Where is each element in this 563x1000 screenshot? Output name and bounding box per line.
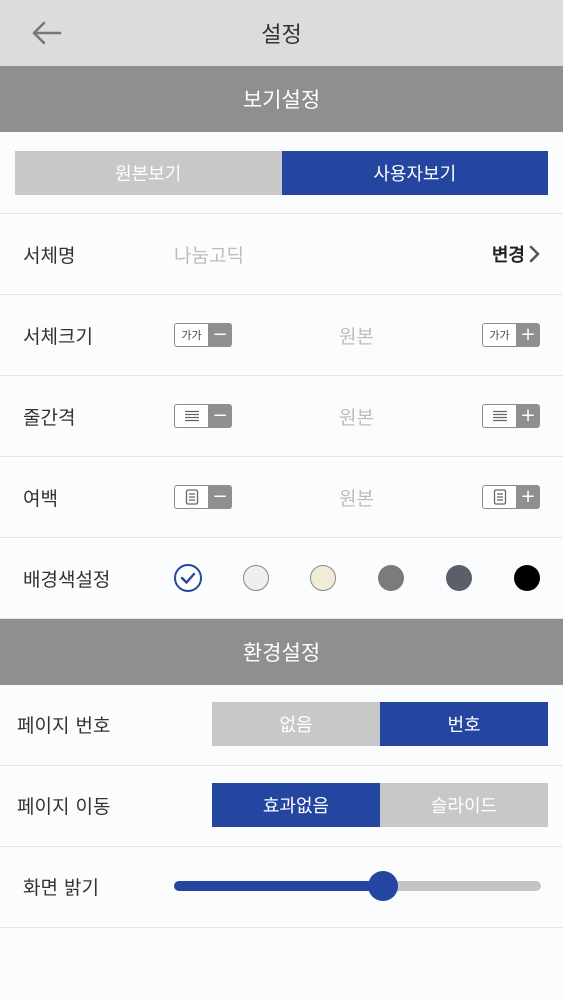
line-spacing-increase-button[interactable]: + [482, 404, 540, 428]
line-spacing-label: 줄간격 [23, 406, 76, 429]
plus-icon: + [516, 323, 540, 347]
line-spacing-icon [174, 404, 208, 428]
font-size-icon-text: 가가 [489, 329, 510, 342]
font-name-label: 서체명 [23, 244, 76, 267]
swatch-black[interactable] [514, 565, 540, 591]
brightness-row: 화면 밝기 [0, 847, 563, 928]
minus-icon: − [208, 323, 232, 347]
view-mode-toggle: 원본보기 사용자보기 [0, 132, 563, 214]
check-icon [180, 572, 196, 584]
page-number-show-button[interactable]: 번호 [380, 702, 548, 746]
page-move-slide-button[interactable]: 슬라이드 [380, 783, 548, 827]
change-font-button[interactable]: 변경 [492, 241, 541, 267]
line-spacing-row: 줄간격 − 원본 + [0, 376, 563, 457]
original-view-button[interactable]: 원본보기 [15, 150, 282, 195]
slider-thumb[interactable] [368, 871, 399, 901]
brightness-label: 화면 밝기 [23, 877, 99, 899]
font-name-row: 서체명 나눔고딕 변경 [0, 214, 563, 295]
swatch-gray[interactable] [378, 565, 404, 591]
page-number-toggle: 없음 번호 [212, 702, 548, 746]
margin-icon [482, 485, 516, 509]
top-bar: 설정 [0, 0, 563, 66]
swatch-light-gray[interactable] [243, 565, 269, 591]
font-size-icon: 가가 [482, 323, 516, 347]
margin-icon [174, 485, 208, 509]
background-color-label: 배경색설정 [23, 568, 111, 591]
margin-row: 여백 − 원본 + [0, 457, 563, 538]
page-number-none-button[interactable]: 없음 [212, 702, 380, 746]
env-settings-header: 환경설정 [0, 619, 563, 685]
margin-label: 여백 [23, 487, 58, 510]
font-name-value: 나눔고딕 [174, 244, 244, 267]
minus-icon: − [208, 404, 232, 428]
font-size-value: 원본 [339, 325, 374, 348]
page-move-label: 페이지 이동 [17, 796, 111, 818]
page-move-no-effect-button[interactable]: 효과없음 [212, 783, 380, 827]
user-view-button[interactable]: 사용자보기 [281, 150, 548, 195]
font-size-icon: 가가 [174, 323, 208, 347]
plus-icon: + [516, 404, 540, 428]
view-settings-header: 보기설정 [0, 66, 563, 132]
brightness-slider[interactable] [174, 871, 541, 901]
line-spacing-value: 원본 [339, 406, 374, 429]
font-size-decrease-button[interactable]: 가가 − [174, 323, 232, 347]
page-title: 설정 [261, 23, 302, 48]
page-number-row: 페이지 번호 없음 번호 [0, 685, 563, 766]
swatch-white[interactable] [174, 564, 202, 592]
font-size-icon-text: 가가 [181, 329, 202, 342]
change-font-label: 변경 [491, 245, 525, 266]
background-color-row: 배경색설정 [0, 538, 563, 619]
chevron-right-icon [529, 245, 540, 263]
arrow-left-icon [32, 21, 62, 45]
swatch-slate[interactable] [446, 565, 472, 591]
page-move-toggle: 효과없음 슬라이드 [212, 783, 548, 827]
margin-value: 원본 [339, 487, 374, 510]
line-spacing-icon [482, 404, 516, 428]
minus-icon: − [208, 485, 232, 509]
font-size-increase-button[interactable]: 가가 + [482, 323, 540, 347]
font-size-row: 서체크기 가가 − 원본 가가 + [0, 295, 563, 376]
plus-icon: + [516, 485, 540, 509]
margin-decrease-button[interactable]: − [174, 485, 232, 509]
swatch-cream[interactable] [310, 565, 336, 591]
slider-fill [174, 881, 384, 891]
page-number-label: 페이지 번호 [17, 715, 111, 737]
back-button[interactable] [30, 17, 64, 49]
line-spacing-decrease-button[interactable]: − [174, 404, 232, 428]
margin-increase-button[interactable]: + [482, 485, 540, 509]
page-move-row: 페이지 이동 효과없음 슬라이드 [0, 766, 563, 847]
font-size-label: 서체크기 [23, 325, 93, 348]
